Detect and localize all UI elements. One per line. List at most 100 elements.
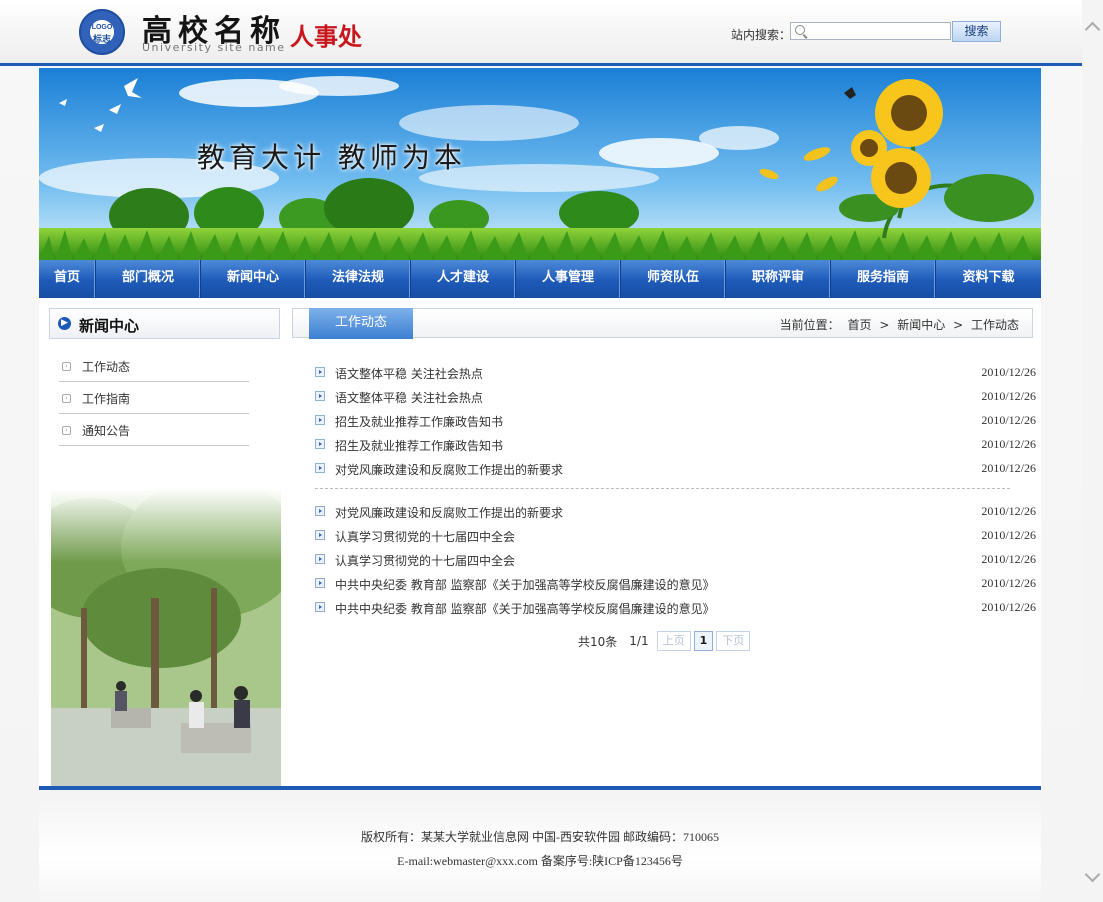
arrow-bullet-icon: [315, 602, 325, 612]
news-title[interactable]: 中共中央纪委 教育部 监察部《关于加强高等学校反腐倡廉建设的意见》: [335, 600, 715, 617]
site-name-en: University site name: [142, 41, 286, 54]
search-button[interactable]: 搜索: [952, 21, 1001, 42]
nav-item-service-guide[interactable]: 服务指南: [831, 260, 936, 298]
news-date: 2010/12/26: [981, 528, 1036, 542]
breadcrumb: 当前位置： 首页 > 新闻中心 > 工作动态: [776, 316, 1019, 333]
arrow-bullet-icon: [315, 530, 325, 540]
arrow-bullet-icon: [315, 506, 325, 516]
news-title[interactable]: 语文整体平稳 关注社会热点: [335, 365, 483, 382]
arrow-box-icon: ›: [62, 426, 71, 435]
page-scrollbar[interactable]: [1082, 0, 1103, 902]
pager-prev-button[interactable]: 上页: [656, 631, 691, 651]
breadcrumb-label: 当前位置：: [779, 318, 840, 332]
pagination: 共10条 1/1 上页 1 下页: [578, 631, 753, 651]
sidebar-item-work-guide[interactable]: › 工作指南: [59, 382, 249, 414]
logo-seal-icon[interactable]: LOGO 标志: [79, 9, 125, 55]
page: LOGO 标志 高校名称 University site name 人事处 站内…: [0, 0, 1082, 902]
arrow-bullet-icon: [315, 415, 325, 425]
news-date: 2010/12/26: [981, 389, 1036, 403]
breadcrumb-current: 工作动态: [970, 318, 1019, 332]
banner: 教育大计 教师为本: [39, 68, 1041, 260]
scroll-up-icon[interactable]: [1084, 21, 1101, 38]
breadcrumb-home[interactable]: 首页: [848, 318, 872, 332]
news-date: 2010/12/26: [981, 413, 1036, 427]
news-row[interactable]: 中共中央纪委 教育部 监察部《关于加强高等学校反腐倡廉建设的意见》 2010/12…: [315, 595, 1036, 619]
arrow-bullet-icon: [315, 439, 325, 449]
search-input[interactable]: [809, 23, 949, 39]
news-row[interactable]: 认真学习贯彻党的十七届四中全会 2010/12/26: [315, 523, 1036, 547]
sidebar-item-label: 工作动态: [82, 360, 131, 374]
nav-item-personnel[interactable]: 人事管理: [516, 260, 621, 298]
sidebar-item-work-news[interactable]: › 工作动态: [59, 350, 249, 382]
news-title[interactable]: 中共中央纪委 教育部 监察部《关于加强高等学校反腐倡廉建设的意见》: [335, 576, 715, 593]
news-title[interactable]: 招生及就业推荐工作廉政告知书: [335, 437, 503, 454]
arrow-bullet-icon: [315, 554, 325, 564]
sidebar-list: › 工作动态 › 工作指南 › 通知公告: [59, 350, 249, 446]
news-date: 2010/12/26: [981, 437, 1036, 451]
sidebar-item-notices[interactable]: › 通知公告: [59, 414, 249, 446]
news-row[interactable]: 语文整体平稳 关注社会热点 2010/12/26: [315, 384, 1036, 408]
arrow-bullet-icon: [315, 391, 325, 401]
news-date: 2010/12/26: [981, 504, 1036, 518]
news-date: 2010/12/26: [981, 576, 1036, 590]
content-tabbar: 工作动态 当前位置： 首页 > 新闻中心 > 工作动态: [292, 308, 1033, 339]
arrow-bullet-icon: [315, 578, 325, 588]
banner-scene-image: [39, 68, 1041, 260]
search-icon: [795, 25, 805, 35]
content-area: 工作动态 当前位置： 首页 > 新闻中心 > 工作动态 语文整体平稳 关注社会热…: [282, 298, 1041, 786]
news-row[interactable]: 对党风廉政建设和反腐败工作提出的新要求 2010/12/26: [315, 456, 1036, 480]
news-divider: [315, 488, 1010, 489]
pager-page-count: 1/1: [629, 634, 649, 648]
arrow-bullet-icon: [315, 367, 325, 377]
breadcrumb-separator: >: [953, 318, 964, 332]
breadcrumb-news-center[interactable]: 新闻中心: [897, 318, 945, 332]
arrow-box-icon: ›: [62, 394, 71, 403]
nav-item-downloads[interactable]: 资料下载: [936, 260, 1041, 298]
search-label: 站内搜索：: [731, 28, 792, 42]
pager-total: 共10条: [578, 634, 618, 649]
news-title[interactable]: 认真学习贯彻党的十七届四中全会: [335, 528, 515, 545]
sidebar-item-label: 工作指南: [82, 392, 131, 406]
pager-current-page[interactable]: 1: [693, 631, 714, 651]
news-date: 2010/12/26: [981, 461, 1036, 475]
news-list-1: 语文整体平稳 关注社会热点 2010/12/26 语文整体平稳 关注社会热点 201…: [315, 360, 1036, 480]
footer-copyright: 版权所有：某某大学就业信息网 中国-西安软件园 邮政编码：710065: [361, 830, 719, 844]
main-nav: 首页 部门概况 新闻中心 法律法规 人才建设 人事管理 师资队伍 职称评审 服务…: [39, 260, 1041, 298]
footer-contact: E-mail:webmaster@xxx.com 备案序号:陕ICP备12345…: [397, 854, 683, 868]
search-field-wrapper[interactable]: [790, 22, 951, 40]
nav-item-home[interactable]: 首页: [39, 260, 96, 298]
nav-item-titles[interactable]: 职称评审: [726, 260, 831, 298]
campus-photo-image: [51, 488, 281, 786]
news-row[interactable]: 招生及就业推荐工作廉政告知书 2010/12/26: [315, 432, 1036, 456]
nav-item-department-overview[interactable]: 部门概况: [96, 260, 201, 298]
news-date: 2010/12/26: [981, 552, 1036, 566]
news-title[interactable]: 招生及就业推荐工作廉政告知书: [335, 413, 503, 430]
department-name: 人事处: [290, 22, 362, 51]
news-title[interactable]: 对党风廉政建设和反腐败工作提出的新要求: [335, 461, 563, 478]
pager-next-button[interactable]: 下页: [716, 631, 751, 651]
banner-slogan: 教育大计 教师为本: [197, 141, 466, 174]
nav-item-faculty[interactable]: 师资队伍: [621, 260, 726, 298]
breadcrumb-separator: >: [879, 318, 890, 332]
sidebar-item-label: 通知公告: [82, 424, 131, 438]
news-list-2: 对党风廉政建设和反腐败工作提出的新要求 2010/12/26 认真学习贯彻党的十七…: [315, 499, 1036, 619]
scroll-down-icon[interactable]: [1084, 866, 1101, 883]
sidebar: ▶ 新闻中心 › 工作动态 › 工作指南 › 通知公告: [39, 298, 282, 786]
sidebar-title: 新闻中心: [79, 317, 140, 335]
nav-item-laws[interactable]: 法律法规: [306, 260, 411, 298]
news-row[interactable]: 对党风廉政建设和反腐败工作提出的新要求 2010/12/26: [315, 499, 1036, 523]
news-row[interactable]: 中共中央纪委 教育部 监察部《关于加强高等学校反腐倡廉建设的意见》 2010/12…: [315, 571, 1036, 595]
arrow-bullet-icon: [315, 463, 325, 473]
news-date: 2010/12/26: [981, 365, 1036, 379]
tab-work-news[interactable]: 工作动态: [309, 308, 413, 339]
news-title[interactable]: 对党风廉政建设和反腐败工作提出的新要求: [335, 504, 563, 521]
news-row[interactable]: 招生及就业推荐工作廉政告知书 2010/12/26: [315, 408, 1036, 432]
logo-seal-subtext: 标志: [92, 34, 111, 44]
sidebar-header: ▶ 新闻中心: [49, 308, 280, 339]
news-title[interactable]: 语文整体平稳 关注社会热点: [335, 389, 483, 406]
news-title[interactable]: 认真学习贯彻党的十七届四中全会: [335, 552, 515, 569]
news-row[interactable]: 语文整体平稳 关注社会热点 2010/12/26: [315, 360, 1036, 384]
nav-item-talent[interactable]: 人才建设: [411, 260, 516, 298]
news-row[interactable]: 认真学习贯彻党的十七届四中全会 2010/12/26: [315, 547, 1036, 571]
nav-item-news-center[interactable]: 新闻中心: [201, 260, 306, 298]
